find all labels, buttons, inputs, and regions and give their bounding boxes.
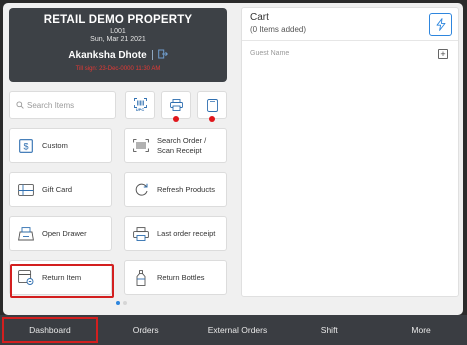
- guest-name-field[interactable]: Guest Name: [250, 50, 289, 57]
- bottom-nav: Dashboard Orders External Orders Shift M…: [0, 315, 467, 345]
- plus-icon: +: [440, 49, 446, 59]
- refresh-products-button[interactable]: Refresh Products: [124, 172, 227, 207]
- tablet-icon: [206, 98, 218, 112]
- last-order-receipt-button[interactable]: Last order receipt: [124, 216, 227, 251]
- refresh-products-label: Refresh Products: [157, 184, 215, 194]
- lightning-icon: [436, 18, 445, 31]
- logout-icon[interactable]: [157, 46, 168, 64]
- store-code: L001: [110, 28, 126, 35]
- till-warning: Till sign: 23-Dec-0000 11:30 AM: [75, 66, 161, 72]
- barcode-scan-icon: [133, 138, 149, 154]
- open-drawer-button[interactable]: Open Drawer: [9, 216, 112, 251]
- svg-text:$: $: [23, 141, 28, 151]
- dollar-icon: $: [18, 138, 34, 154]
- page-indicator: [116, 301, 127, 305]
- gift-card-label: Gift Card: [42, 184, 73, 194]
- tablet-status-dot: [209, 116, 215, 122]
- upc-caption: UPC: [135, 107, 145, 112]
- divider: [151, 50, 153, 60]
- nav-more[interactable]: More: [375, 315, 467, 345]
- gift-card-button[interactable]: Gift Card: [9, 172, 112, 207]
- page-dot-2[interactable]: [123, 301, 127, 305]
- tablet-status-button[interactable]: [197, 91, 227, 122]
- printer-status-dot: [173, 116, 179, 122]
- custom-label: Custom: [42, 140, 68, 150]
- store-header-card: RETAIL DEMO PROPERTY L001 Sun, Mar 21 20…: [9, 8, 227, 82]
- upc-scan-button[interactable]: UPC: [125, 91, 155, 119]
- return-bottles-button[interactable]: Return Bottles: [124, 260, 227, 295]
- search-icon: [16, 101, 24, 109]
- return-item-highlight: [10, 264, 114, 298]
- search-order-label-line1: Search Order /: [157, 135, 207, 145]
- page-dot-1[interactable]: [116, 301, 120, 305]
- last-order-receipt-label: Last order receipt: [157, 228, 216, 238]
- nav-shift[interactable]: Shift: [283, 315, 375, 345]
- quick-action-button[interactable]: [429, 13, 452, 36]
- nav-orders[interactable]: Orders: [100, 315, 192, 345]
- bottle-icon: [133, 269, 149, 286]
- search-input[interactable]: Search Items: [9, 91, 116, 119]
- app-frame: RETAIL DEMO PROPERTY L001 Sun, Mar 21 20…: [3, 3, 463, 315]
- receipt-printer-icon: [133, 226, 149, 242]
- add-guest-button[interactable]: +: [438, 49, 448, 59]
- search-order-label: Search Order / Scan Receipt: [157, 136, 206, 156]
- user-name: Akanksha Dhote: [68, 49, 147, 61]
- divider: [242, 40, 458, 41]
- return-bottles-label: Return Bottles: [157, 272, 205, 282]
- search-order-scan-receipt-button[interactable]: Search Order / Scan Receipt: [124, 128, 227, 163]
- cart-title: Cart: [250, 12, 269, 23]
- cart-item-count: (0 Items added): [250, 25, 307, 34]
- gift-card-icon: [18, 182, 34, 198]
- cash-drawer-icon: [18, 226, 34, 242]
- printer-icon: [169, 99, 183, 111]
- refresh-icon: [133, 182, 149, 198]
- cart-panel: Cart (0 Items added) Guest Name +: [241, 7, 459, 297]
- search-placeholder: Search Items: [27, 100, 75, 110]
- user-row: Akanksha Dhote: [9, 46, 227, 64]
- open-drawer-label: Open Drawer: [42, 228, 87, 238]
- custom-button[interactable]: $ Custom: [9, 128, 112, 163]
- store-date: Sun, Mar 21 2021: [90, 36, 146, 43]
- search-order-label-line2: Scan Receipt: [157, 145, 202, 155]
- nav-external-orders[interactable]: External Orders: [192, 315, 284, 345]
- store-name: RETAIL DEMO PROPERTY: [43, 14, 193, 26]
- printer-status-button[interactable]: [161, 91, 191, 122]
- nav-dashboard[interactable]: Dashboard: [2, 317, 98, 343]
